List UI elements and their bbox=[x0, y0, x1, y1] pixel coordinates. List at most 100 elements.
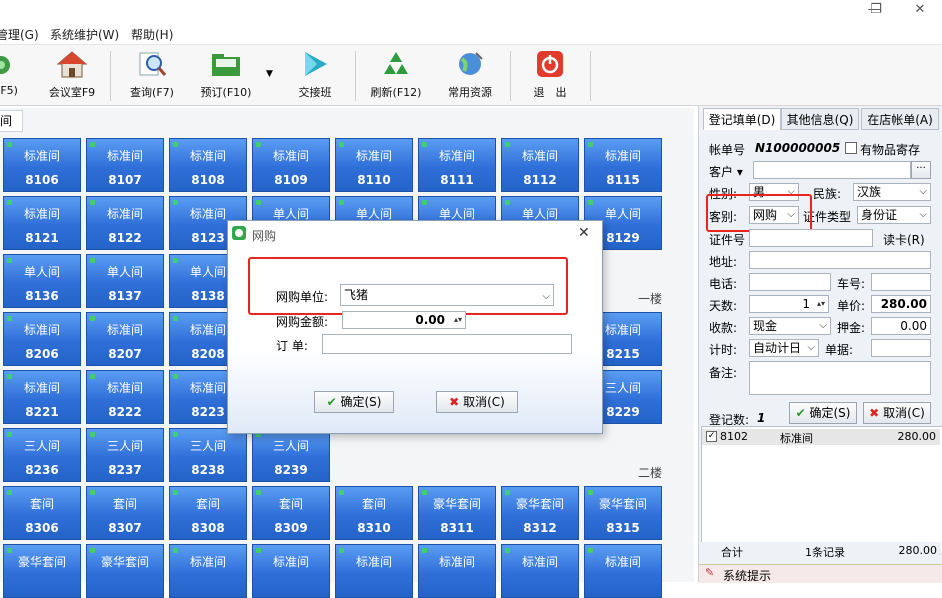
plate-input[interactable] bbox=[871, 273, 931, 291]
address-input[interactable] bbox=[749, 251, 931, 269]
room-number: 8206 bbox=[25, 347, 59, 361]
room-status-icon bbox=[7, 200, 12, 205]
list-item[interactable]: ✓ 8102 标准间 280.00 bbox=[702, 429, 940, 445]
room-tile[interactable]: 标准间 bbox=[252, 544, 330, 598]
room-tile[interactable]: 单人间 8137 bbox=[86, 254, 164, 308]
room-type: 豪华套间 bbox=[598, 497, 647, 511]
purchase-amount-stepper[interactable]: 0.00 ▴▾ bbox=[342, 311, 466, 329]
confirm-button[interactable]: ✔ 确定(S) bbox=[789, 402, 857, 424]
deposit-input[interactable]: 0.00 bbox=[871, 317, 931, 335]
room-status-icon bbox=[7, 258, 12, 263]
toolbar-button-reserve[interactable]: 预订(F10) bbox=[196, 49, 256, 103]
toolbar-button-meeting-room[interactable]: 会议室F9 bbox=[44, 49, 100, 103]
remark-label: 备注: bbox=[709, 366, 738, 380]
menu-manage[interactable]: 管理(G) bbox=[0, 26, 39, 43]
room-tile[interactable]: 标准间 8107 bbox=[86, 138, 164, 192]
room-tab[interactable]: 查间 bbox=[0, 110, 23, 132]
id-number-label: 证件号 bbox=[709, 233, 746, 247]
room-tile[interactable]: 单人间 8136 bbox=[3, 254, 81, 308]
room-type: 套间 bbox=[278, 497, 303, 511]
chevron-down-icon[interactable]: ▼ bbox=[266, 69, 273, 79]
room-status-icon bbox=[90, 258, 95, 263]
room-status-icon bbox=[173, 316, 178, 321]
room-type: 标准间 bbox=[23, 323, 60, 337]
room-tile[interactable]: 标准间 bbox=[169, 544, 247, 598]
close-icon[interactable]: ✕ bbox=[578, 225, 590, 241]
room-tile[interactable]: 三人间 8239 bbox=[252, 428, 330, 482]
menu-bar: 管理(G) 系统维护(W) 帮助(H) bbox=[0, 22, 942, 44]
toolbar: (F5) 会议室F9 查询(F7) 预订(F10) ▼ 交接班 刷新(F12) … bbox=[0, 44, 942, 106]
id-type-select[interactable]: 身份证 ⌵ bbox=[857, 206, 931, 224]
room-tile[interactable]: 标准间 8207 bbox=[86, 312, 164, 366]
room-tile[interactable]: 套间 8308 bbox=[169, 486, 247, 540]
room-tile[interactable]: 标准间 bbox=[418, 544, 496, 598]
menu-system-maintenance[interactable]: 系统维护(W) bbox=[50, 26, 119, 43]
cancel-button[interactable]: ✖ 取消(C) bbox=[863, 402, 931, 424]
tab-in-house-bill[interactable]: 在店帐单(A) bbox=[861, 108, 939, 130]
toolbar-button-f5[interactable]: (F5) bbox=[0, 49, 24, 103]
room-tile[interactable]: 三人间 8238 bbox=[169, 428, 247, 482]
room-tile[interactable]: 标准间 8110 bbox=[335, 138, 413, 192]
toolbar-button-refresh[interactable]: 刷新(F12) bbox=[366, 49, 426, 103]
system-tip-bar[interactable]: ✎ 系统提示 bbox=[699, 564, 942, 583]
room-tile[interactable]: 标准间 8109 bbox=[252, 138, 330, 192]
restore-icon[interactable]: ❐ bbox=[856, 0, 896, 22]
room-tile[interactable]: 三人间 8236 bbox=[3, 428, 81, 482]
room-tile[interactable]: 豪华套间 8312 bbox=[501, 486, 579, 540]
room-tile[interactable]: 豪华套间 bbox=[3, 544, 81, 598]
room-tile[interactable]: 标准间 8121 bbox=[3, 196, 81, 250]
room-tile[interactable]: 标准间 8206 bbox=[3, 312, 81, 366]
toolbar-button-resources[interactable]: 常用资源 bbox=[440, 49, 500, 103]
room-tile[interactable]: 套间 8307 bbox=[86, 486, 164, 540]
room-tile[interactable]: 套间 8309 bbox=[252, 486, 330, 540]
list-item-checkbox[interactable]: ✓ bbox=[706, 431, 717, 442]
room-tile[interactable]: 标准间 bbox=[335, 544, 413, 598]
room-tile[interactable]: 豪华套间 8311 bbox=[418, 486, 496, 540]
room-status-icon bbox=[422, 548, 427, 553]
room-type: 标准间 bbox=[521, 149, 558, 163]
valuables-checkbox[interactable] bbox=[845, 142, 857, 154]
room-tile[interactable]: 标准间 8106 bbox=[3, 138, 81, 192]
customer-more-button[interactable]: ··· bbox=[911, 161, 931, 179]
toolbar-button-exit[interactable]: 退 出 bbox=[524, 49, 576, 103]
fee-select[interactable]: 现金 ⌵ bbox=[749, 317, 831, 335]
tab-other-info[interactable]: 其他信息(Q) bbox=[781, 108, 859, 130]
days-stepper[interactable]: 1 ▴▾ bbox=[749, 295, 829, 313]
receipt-input[interactable] bbox=[871, 339, 931, 357]
room-tile[interactable]: 标准间 bbox=[501, 544, 579, 598]
room-tile[interactable]: 标准间 bbox=[584, 544, 662, 598]
purchase-amount-label: 网购金额: bbox=[276, 315, 329, 329]
dialog-cancel-button[interactable]: ✖ 取消(C) bbox=[436, 391, 518, 413]
timing-select[interactable]: 自动计日 ⌵ bbox=[749, 339, 819, 357]
room-tile[interactable]: 三人间 8237 bbox=[86, 428, 164, 482]
tab-registration[interactable]: 登记填单(D) bbox=[703, 108, 781, 130]
room-tile[interactable]: 标准间 8115 bbox=[584, 138, 662, 192]
room-tile[interactable]: 标准间 8108 bbox=[169, 138, 247, 192]
play-icon bbox=[305, 52, 327, 76]
phone-input[interactable] bbox=[749, 273, 831, 291]
id-number-input[interactable] bbox=[749, 229, 873, 247]
close-icon[interactable]: ✕ bbox=[900, 0, 940, 22]
room-tile[interactable]: 套间 8310 bbox=[335, 486, 413, 540]
room-tile[interactable]: 标准间 8111 bbox=[418, 138, 496, 192]
room-tile[interactable]: 标准间 8112 bbox=[501, 138, 579, 192]
room-tile[interactable]: 标准间 8222 bbox=[86, 370, 164, 424]
room-type: 套间 bbox=[29, 497, 54, 511]
dialog-ok-button[interactable]: ✔ 确定(S) bbox=[314, 391, 394, 413]
order-input[interactable] bbox=[322, 334, 572, 354]
room-tile[interactable]: 标准间 8122 bbox=[86, 196, 164, 250]
read-card-button[interactable]: 读卡(R) bbox=[883, 231, 925, 248]
room-type: 标准间 bbox=[23, 149, 60, 163]
room-tile[interactable]: 套间 8306 bbox=[3, 486, 81, 540]
toolbar-button-query[interactable]: 查询(F7) bbox=[124, 49, 180, 103]
room-tile[interactable]: 豪华套间 8315 bbox=[584, 486, 662, 540]
price-input[interactable]: 280.00 bbox=[871, 295, 931, 313]
ethnic-select[interactable]: 汉族 ⌵ bbox=[853, 183, 931, 201]
customer-label[interactable]: 客户 ▾ bbox=[709, 163, 743, 180]
room-tile[interactable]: 标准间 8221 bbox=[3, 370, 81, 424]
toolbar-button-shift-handover[interactable]: 交接班 bbox=[290, 49, 340, 103]
customer-input[interactable] bbox=[753, 161, 911, 179]
menu-help[interactable]: 帮助(H) bbox=[131, 26, 173, 43]
room-tile[interactable]: 豪华套间 bbox=[86, 544, 164, 598]
remark-input[interactable] bbox=[749, 361, 931, 395]
